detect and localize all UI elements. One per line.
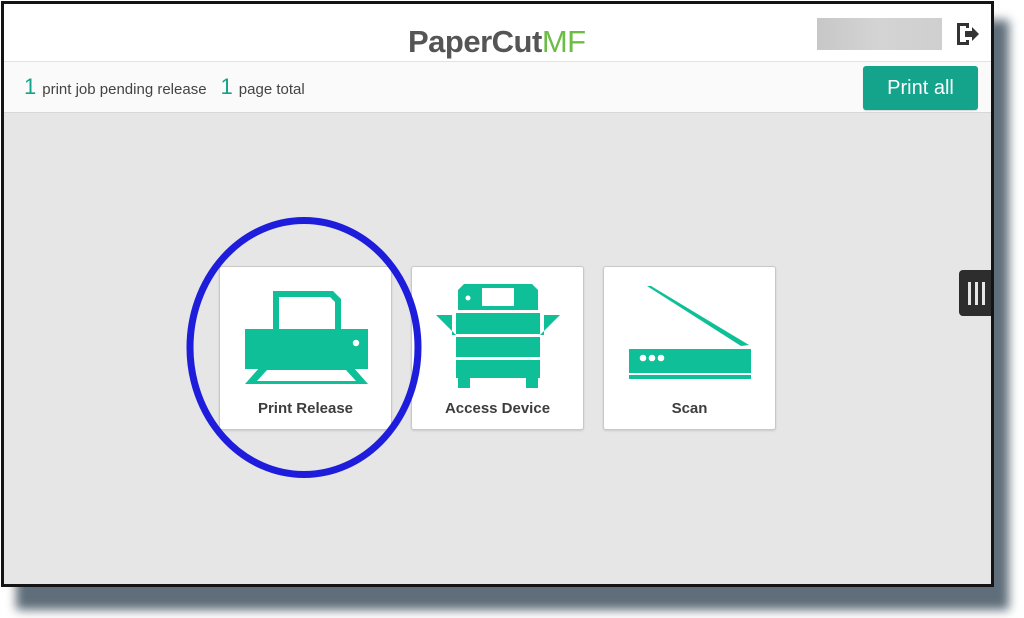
status-bar: 1 print job pending release 1 page total… [4,62,991,113]
user-name-field [817,18,942,50]
copier-icon [436,284,560,388]
scanner-icon [629,286,751,379]
logo-text: PaperCut [408,24,542,59]
page-count-label: page total [238,81,305,98]
page-count: 1 [220,74,233,99]
header-bar: PaperCutMF [4,4,991,62]
device-screen: PaperCutMF 1 print job pending release 1… [1,1,994,587]
annotation-circle [186,217,422,478]
scan-label: Scan [671,400,708,417]
papercut-logo: PaperCutMF [408,22,586,62]
print-all-button[interactable]: Print all [863,66,978,110]
grip-icon[interactable] [959,270,991,316]
job-count-label: print job pending release [42,81,207,98]
logout-icon[interactable] [954,20,982,48]
access-device-label: Access Device [444,400,551,417]
access-device-tile[interactable]: Access Device [411,266,584,430]
logo-accent-text: MF [541,24,586,59]
scan-tile[interactable]: Scan [603,266,776,430]
job-count: 1 [24,74,37,99]
pending-status: 1 print job pending release 1 page total [24,74,319,100]
